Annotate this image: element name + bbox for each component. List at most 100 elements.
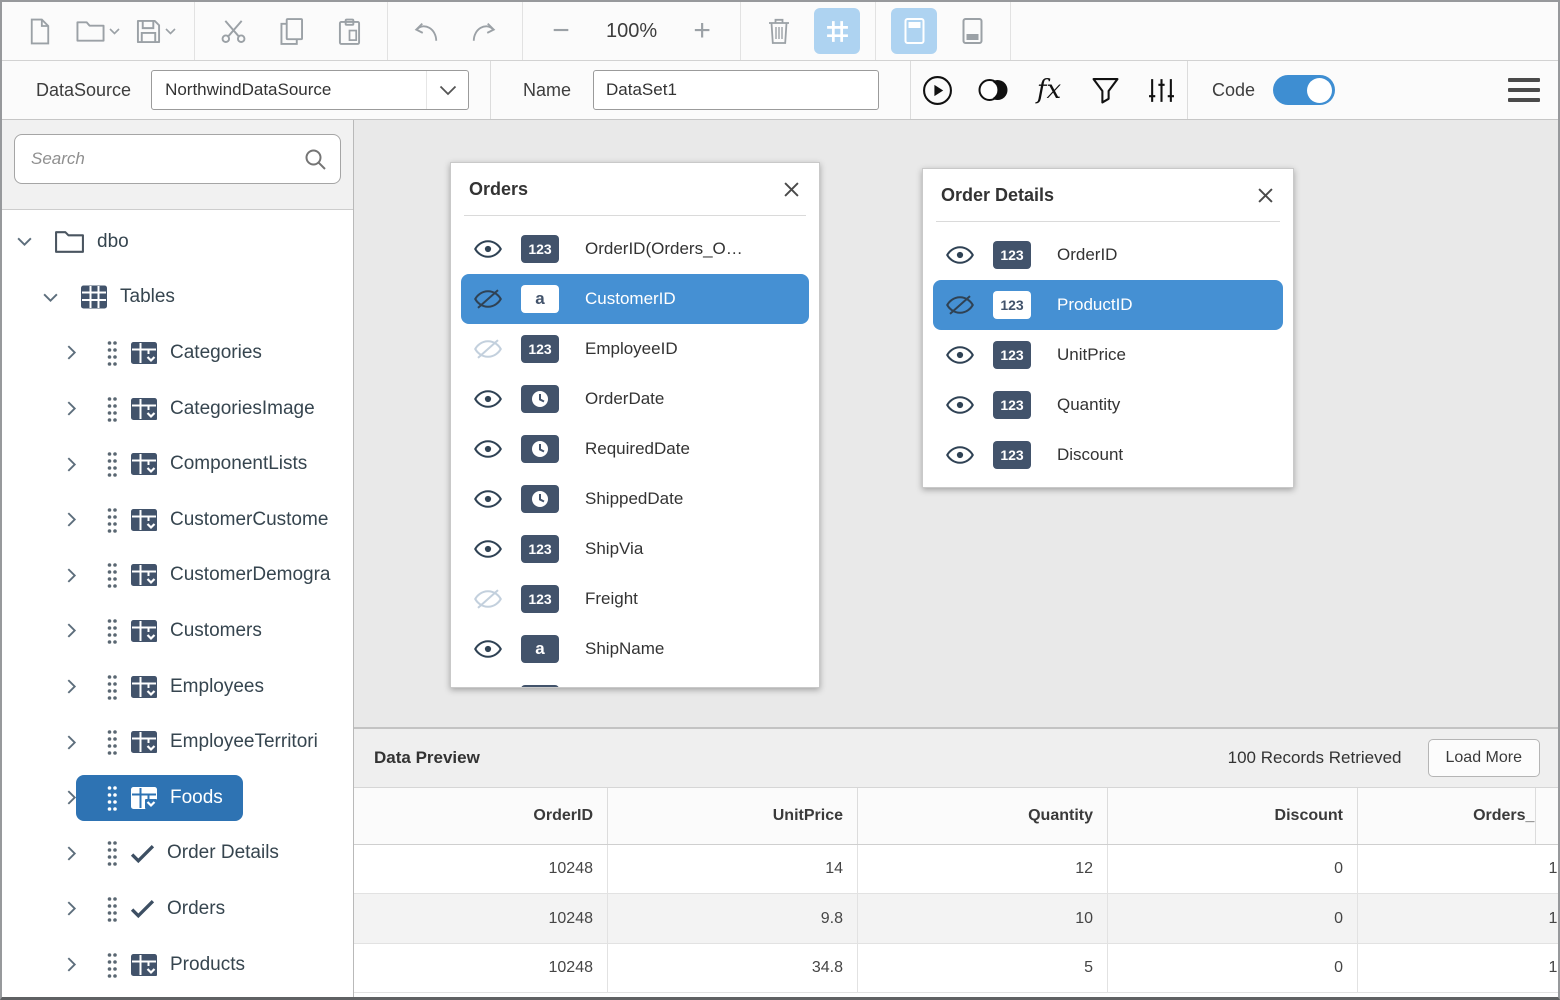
paste-button[interactable] <box>326 8 372 54</box>
eye-visible-icon[interactable] <box>945 395 979 415</box>
chevron-right-icon[interactable] <box>66 344 92 361</box>
folder-open-button[interactable] <box>75 8 121 54</box>
field-row[interactable]: 123EmployeeID <box>451 324 819 374</box>
save-button[interactable] <box>133 8 179 54</box>
load-more-button[interactable]: Load More <box>1428 739 1541 777</box>
panel-bottom-button[interactable] <box>949 8 995 54</box>
tree-item-categories[interactable]: Categories <box>2 325 353 381</box>
close-icon[interactable] <box>780 178 803 201</box>
grid-button[interactable] <box>814 8 860 54</box>
tree-item-order-details[interactable]: Order Details <box>2 826 353 882</box>
query-designer-canvas[interactable]: Orders123OrderID(Orders_O…aCustomerID123… <box>354 120 1558 727</box>
tree-item-tables[interactable]: Tables <box>2 270 353 326</box>
file-new-button[interactable] <box>17 8 63 54</box>
field-row[interactable]: aCustomerID <box>461 274 809 324</box>
eye-visible-icon[interactable] <box>473 639 507 659</box>
run-button[interactable] <box>913 67 961 113</box>
redo-button[interactable] <box>461 8 507 54</box>
chevron-down-icon[interactable] <box>42 292 68 303</box>
undo-button[interactable] <box>403 8 449 54</box>
table-icon <box>130 506 158 534</box>
chevron-right-icon[interactable] <box>66 734 92 751</box>
eye-visible-icon[interactable] <box>945 445 979 465</box>
field-row[interactable]: 123OrderID <box>923 230 1293 280</box>
tree-item-componentlists[interactable]: ComponentLists <box>2 436 353 492</box>
drag-handle-icon[interactable] <box>106 506 118 534</box>
copy-button[interactable] <box>268 8 314 54</box>
eye-visible-icon[interactable] <box>945 245 979 265</box>
eye-hidden-icon[interactable] <box>473 339 507 359</box>
number-type-icon: 123 <box>521 535 559 563</box>
tree-item-customerdemogra[interactable]: CustomerDemogra <box>2 548 353 604</box>
eye-hidden-icon[interactable] <box>473 289 507 309</box>
card-header[interactable]: Orders <box>451 163 819 215</box>
field-row[interactable]: 123ShipVia <box>451 524 819 574</box>
drag-handle-icon[interactable] <box>106 561 118 589</box>
drag-handle-icon[interactable] <box>106 673 118 701</box>
field-row[interactable]: ShippedDate <box>451 474 819 524</box>
tree-item-orders[interactable]: Orders <box>2 881 353 937</box>
field-row[interactable]: RequiredDate <box>451 424 819 474</box>
join-button[interactable] <box>969 67 1017 113</box>
eye-hidden-icon[interactable] <box>945 295 979 315</box>
chevron-right-icon[interactable] <box>66 567 92 584</box>
dataset-name-input[interactable] <box>593 70 879 110</box>
menu-icon[interactable] <box>1508 78 1540 102</box>
field-row[interactable]: a <box>451 674 819 688</box>
tree-item-customers[interactable]: Customers <box>2 603 353 659</box>
card-header[interactable]: Order Details <box>923 169 1293 221</box>
cut-button[interactable] <box>210 8 256 54</box>
eye-visible-icon[interactable] <box>473 539 507 559</box>
zoom-in-button[interactable]: + <box>679 8 725 54</box>
chevron-right-icon[interactable] <box>66 845 92 862</box>
drag-handle-icon[interactable] <box>106 450 118 478</box>
code-toggle[interactable] <box>1273 75 1335 105</box>
chevron-right-icon[interactable] <box>66 622 92 639</box>
panel-left-button[interactable] <box>891 8 937 54</box>
field-row[interactable]: 123Discount <box>923 430 1293 480</box>
chevron-right-icon[interactable] <box>66 456 92 473</box>
eye-visible-icon[interactable] <box>473 439 507 459</box>
expression-button[interactable]: fx <box>1025 67 1073 113</box>
tree-item-products[interactable]: Products <box>2 937 353 993</box>
drag-handle-icon[interactable] <box>106 617 118 645</box>
field-row[interactable]: 123Freight <box>451 574 819 624</box>
datasource-select[interactable]: NorthwindDataSource <box>151 70 469 110</box>
field-row[interactable]: 123Quantity <box>923 380 1293 430</box>
tree-item-customercustome[interactable]: CustomerCustome <box>2 492 353 548</box>
chevron-right-icon[interactable] <box>66 956 92 973</box>
close-icon[interactable] <box>1254 184 1277 207</box>
drag-handle-icon[interactable] <box>106 839 118 867</box>
field-row[interactable]: 123OrderID(Orders_O… <box>451 224 819 274</box>
tree-item-employees[interactable]: Employees <box>2 659 353 715</box>
field-row[interactable]: OrderDate <box>451 374 819 424</box>
drag-handle-icon[interactable] <box>106 951 118 979</box>
chevron-right-icon[interactable] <box>66 678 92 695</box>
tree-item-categoriesimage[interactable]: CategoriesImage <box>2 381 353 437</box>
chevron-right-icon[interactable] <box>66 511 92 528</box>
eye-visible-icon[interactable] <box>945 345 979 365</box>
trash-button[interactable] <box>756 8 802 54</box>
tree-item-foods[interactable]: Foods <box>2 770 353 826</box>
field-row[interactable]: 123ProductID <box>933 280 1283 330</box>
drag-handle-icon[interactable] <box>106 395 118 423</box>
eye-hidden-icon[interactable] <box>473 589 507 609</box>
tree-item-employeeterritori[interactable]: EmployeeTerritori <box>2 714 353 770</box>
field-row[interactable]: 123UnitPrice <box>923 330 1293 380</box>
drag-handle-icon[interactable] <box>106 728 118 756</box>
chevron-right-icon[interactable] <box>66 400 92 417</box>
chevron-down-icon[interactable] <box>16 236 42 247</box>
parameters-button[interactable] <box>1137 67 1185 113</box>
tree-item-dbo[interactable]: dbo <box>2 214 353 270</box>
zoom-out-button[interactable]: − <box>538 8 584 54</box>
eye-visible-icon[interactable] <box>473 389 507 409</box>
search-input[interactable] <box>29 148 304 170</box>
eye-visible-icon[interactable] <box>473 239 507 259</box>
drag-handle-icon[interactable] <box>106 895 118 923</box>
drag-handle-icon[interactable] <box>106 339 118 367</box>
drag-handle-icon[interactable] <box>106 784 118 812</box>
filter-button[interactable] <box>1081 67 1129 113</box>
eye-visible-icon[interactable] <box>473 489 507 509</box>
chevron-right-icon[interactable] <box>66 900 92 917</box>
field-row[interactable]: aShipName <box>451 624 819 674</box>
